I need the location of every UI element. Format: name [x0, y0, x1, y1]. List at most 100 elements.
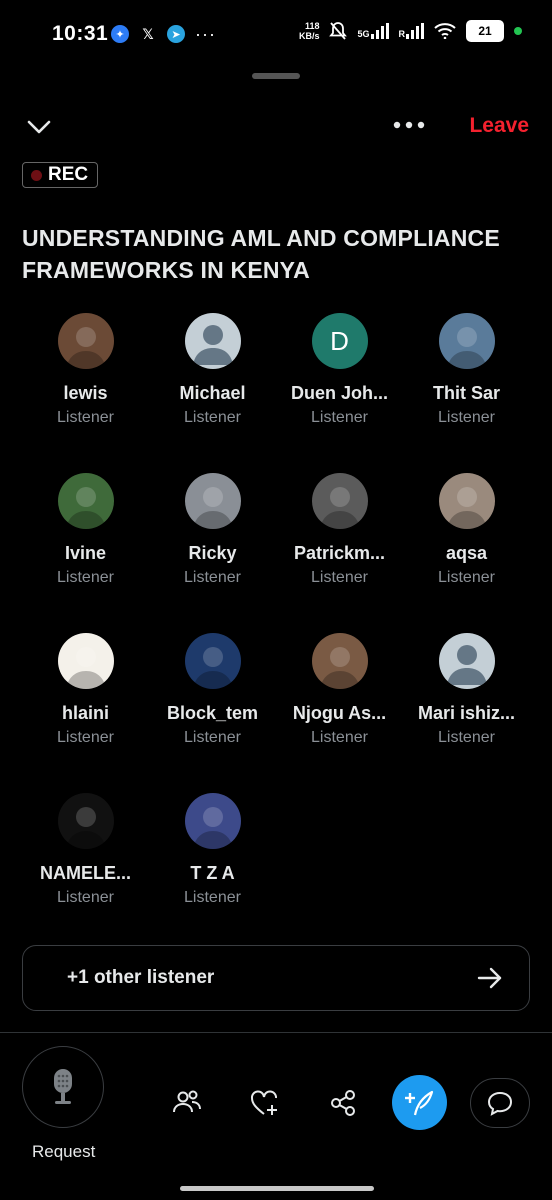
listener-role: Listener [57, 569, 114, 586]
listener-name: Njogu As... [292, 703, 387, 723]
listener-name: hlaini [61, 703, 109, 723]
listener-item[interactable]: Mari ishiz... Listener [403, 633, 530, 747]
rec-badge: REC [22, 162, 98, 188]
listener-item[interactable]: hlaini Listener [22, 633, 149, 747]
listener-name: Michael [179, 383, 246, 403]
listener-item[interactable]: Patrickm... Listener [276, 473, 403, 587]
heart-plus-icon[interactable] [250, 1088, 280, 1118]
listener-item[interactable]: D Duen Joh... Listener [276, 313, 403, 427]
avatar[interactable] [184, 633, 241, 689]
listener-role: Listener [57, 889, 114, 906]
avatar[interactable] [311, 633, 368, 689]
listener-name: Block_tem [166, 703, 259, 723]
network-speed-value: 118 [304, 21, 320, 31]
listener-item[interactable]: Njogu As... Listener [276, 633, 403, 747]
listener-name: aqsa [445, 543, 488, 563]
microphone-icon [54, 1069, 72, 1104]
notification-icons: ✦ 𝕏 ➤ ··· [111, 25, 216, 43]
network-speed-unit: KB/s [298, 31, 320, 41]
profile-photo [319, 647, 360, 689]
toolbar-divider [0, 1032, 552, 1033]
profile-photo [65, 647, 106, 689]
listener-name: Ricky [188, 543, 237, 563]
listener-role: Listener [184, 569, 241, 586]
listener-item[interactable]: T Z A Listener [149, 793, 276, 907]
listener-name: Mari ishiz... [417, 703, 516, 723]
avatar[interactable] [57, 633, 114, 689]
profile-photo [65, 487, 106, 529]
profile-photo [192, 487, 233, 529]
other-listeners-label: +1 other listener [67, 967, 215, 988]
speech-bubble-icon [487, 1091, 513, 1116]
avatar[interactable] [184, 793, 241, 849]
request-label: Request [32, 1142, 96, 1161]
listener-name: T Z A [190, 863, 235, 883]
avatar[interactable] [438, 633, 495, 689]
profile-photo [65, 327, 106, 369]
profile-photo [65, 807, 106, 849]
more-options-icon[interactable] [392, 118, 426, 132]
profile-photo [446, 487, 487, 529]
listener-role: Listener [57, 729, 114, 746]
compose-post-button[interactable] [392, 1075, 447, 1130]
listener-item[interactable]: Block_tem Listener [149, 633, 276, 747]
roaming-indicator: R [398, 29, 406, 39]
avatar[interactable] [184, 313, 241, 369]
sheet-drag-handle[interactable] [252, 73, 300, 79]
home-indicator [180, 1186, 374, 1191]
avatar[interactable] [57, 793, 114, 849]
listener-item[interactable]: Ivine Listener [22, 473, 149, 587]
listener-item[interactable]: Michael Listener [149, 313, 276, 427]
mute-bell-icon [329, 22, 348, 40]
leave-button[interactable]: Leave [469, 114, 529, 138]
listener-role: Listener [57, 409, 114, 426]
listener-name: Thit Sar [432, 383, 500, 403]
avatar[interactable] [184, 473, 241, 529]
listener-item[interactable]: Thit Sar Listener [403, 313, 530, 427]
avatar[interactable] [57, 313, 114, 369]
avatar[interactable] [438, 473, 495, 529]
default-avatar-icon [192, 325, 233, 365]
other-listeners-button[interactable]: +1 other listener [22, 945, 530, 1011]
rec-dot-icon [31, 169, 42, 181]
listener-grid: lewis Listener Michael Listener D Duen Joh...… [22, 313, 530, 907]
messenger-icon: ✦ [111, 25, 129, 43]
arrow-right-icon [477, 967, 502, 989]
chat-button[interactable] [470, 1078, 530, 1128]
signal-icon [370, 23, 389, 39]
chevron-down-icon[interactable] [26, 116, 52, 138]
battery-indicator: 21 [466, 20, 504, 42]
avatar-letter: D [330, 325, 349, 356]
more-notifications-icon: ··· [195, 24, 216, 44]
listener-item[interactable]: NAMELE... Listener [22, 793, 149, 907]
listener-name: Patrickm... [293, 543, 386, 563]
wifi-icon [434, 23, 456, 39]
listener-role: Listener [438, 409, 495, 426]
avatar[interactable] [438, 313, 495, 369]
status-bar: 10:31 ✦ 𝕏 ➤ ··· 118 KB/s 5G R 21 [0, 0, 552, 70]
profile-photo [319, 487, 360, 529]
listener-role: Listener [438, 569, 495, 586]
profile-photo [192, 647, 233, 689]
status-time: 10:31 [52, 22, 109, 45]
listener-name: NAMELE... [39, 863, 131, 883]
people-icon[interactable] [172, 1088, 202, 1118]
feather-plus-icon [404, 1090, 433, 1115]
listener-name: Ivine [64, 543, 107, 563]
listener-item[interactable]: lewis Listener [22, 313, 149, 427]
x-app-icon: 𝕏 [142, 25, 154, 42]
listener-role: Listener [311, 409, 368, 426]
telegram-icon: ➤ [167, 25, 185, 43]
listener-item[interactable]: aqsa Listener [403, 473, 530, 587]
share-icon[interactable] [328, 1088, 358, 1118]
network-type: 5G [357, 29, 370, 39]
avatar[interactable]: D [311, 313, 368, 369]
space-title: UNDERSTANDING AML AND COMPLIANCE FRAMEWO… [22, 225, 500, 283]
listener-item[interactable]: Ricky Listener [149, 473, 276, 587]
listener-role: Listener [184, 409, 241, 426]
request-mic-button[interactable] [22, 1046, 104, 1128]
avatar[interactable] [311, 473, 368, 529]
network-speed: 118 KB/s [299, 21, 320, 41]
avatar[interactable] [57, 473, 114, 529]
profile-photo [446, 327, 487, 369]
